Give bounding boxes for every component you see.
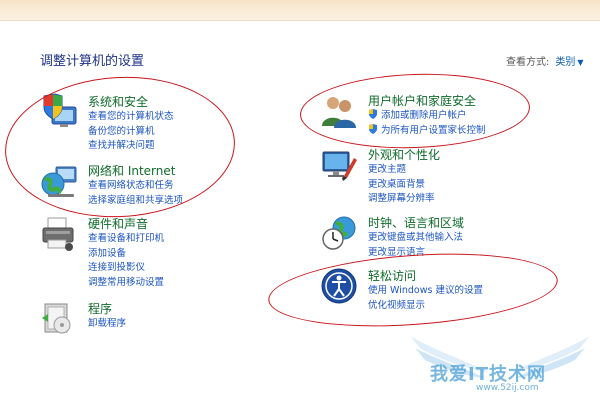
link-screen-resolution[interactable]: 调整屏幕分辨率 [368, 192, 435, 207]
view-by-label: 查看方式: [506, 57, 550, 68]
chevron-down-icon[interactable]: ▼ [577, 58, 583, 67]
view-by-value[interactable]: 类别 [555, 57, 575, 68]
uac-shield-icon [369, 123, 377, 134]
category-title[interactable]: 时钟、语言和区域 [368, 214, 464, 231]
link-change-input-methods[interactable]: 更改键盘或其他输入法 [368, 231, 463, 246]
users-icon[interactable] [320, 92, 358, 130]
link-view-computer-status[interactable]: 查看您的计算机状态 [88, 110, 174, 125]
link-parental-controls[interactable]: 为所有用户设置家长控制 [368, 123, 486, 139]
category-title[interactable]: 硬件和声音 [88, 215, 148, 232]
link-homegroup-sharing[interactable]: 选择家庭组和共享选项 [88, 194, 183, 209]
link-connect-projector[interactable]: 连接到投影仪 [88, 261, 164, 276]
printer-icon[interactable] [40, 215, 78, 253]
link-change-background[interactable]: 更改桌面背景 [368, 178, 435, 193]
category-title[interactable]: 用户帐户和家庭安全 [368, 92, 476, 109]
link-windows-suggested-settings[interactable]: 使用 Windows 建议的设置 [368, 284, 483, 299]
link-change-theme[interactable]: 更改主题 [368, 163, 435, 178]
page-title: 调整计算机的设置 [40, 54, 145, 69]
link-add-remove-accounts[interactable]: 添加或删除用户帐户 [368, 109, 486, 124]
clock-globe-icon[interactable] [320, 214, 358, 252]
category-title[interactable]: 轻松访问 [368, 267, 416, 284]
link-find-fix-problems[interactable]: 查找并解决问题 [88, 139, 174, 154]
window-top-bar [0, 0, 600, 21]
watermark-url: www.52ij.com [476, 383, 539, 393]
link-add-device[interactable]: 添加设备 [88, 247, 164, 262]
link-parental-controls-text: 为所有用户设置家长控制 [381, 124, 486, 136]
shield-computer-icon[interactable] [40, 93, 78, 131]
link-add-remove-accounts-text: 添加或删除用户帐户 [381, 110, 467, 121]
link-backup-computer[interactable]: 备份您的计算机 [88, 125, 174, 140]
category-title[interactable]: 程序 [88, 300, 112, 317]
network-globe-icon[interactable] [40, 162, 78, 200]
link-uninstall-program[interactable]: 卸载程序 [88, 317, 126, 332]
monitor-paint-icon[interactable] [320, 146, 358, 184]
category-title[interactable]: 网络和 Internet [88, 162, 175, 179]
link-change-display-language[interactable]: 更改显示语言 [368, 246, 463, 261]
link-optimize-visual-display[interactable]: 优化视频显示 [368, 299, 483, 314]
uac-shield-icon [369, 109, 377, 119]
programs-disc-icon[interactable] [40, 300, 78, 338]
link-mobility-settings[interactable]: 调整常用移动设置 [88, 276, 164, 291]
view-by-control[interactable]: 查看方式: 类别 ▼ [506, 53, 584, 68]
category-title[interactable]: 系统和安全 [88, 93, 148, 110]
link-network-status[interactable]: 查看网络状态和任务 [88, 179, 183, 194]
link-devices-printers[interactable]: 查看设备和打印机 [88, 232, 164, 247]
category-title[interactable]: 外观和个性化 [368, 146, 440, 163]
ease-of-access-icon[interactable] [320, 267, 358, 305]
